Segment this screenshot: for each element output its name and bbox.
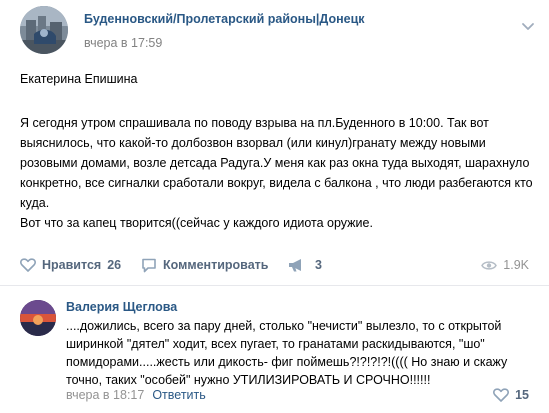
commenter-avatar[interactable]: [20, 300, 56, 336]
comment-label: Комментировать: [163, 258, 269, 272]
group-avatar-image: [20, 6, 68, 54]
commenter-avatar-image: [20, 300, 56, 336]
post-body: Я сегодня утром спрашивала по поводу взр…: [20, 116, 533, 230]
share-button[interactable]: 3: [288, 255, 322, 275]
post-text: Екатерина Епишина Я сегодня утром спраши…: [20, 69, 535, 233]
post-date[interactable]: вчера в 17:59: [84, 36, 162, 50]
comment-like-button[interactable]: 15: [493, 386, 529, 404]
views-count: 1.9K: [503, 258, 529, 272]
group-avatar[interactable]: [20, 6, 68, 54]
share-count: 3: [315, 258, 322, 272]
comment-button[interactable]: Комментировать: [141, 255, 268, 275]
post-author-link[interactable]: Буденновский/Пролетарский районы|Донецк: [84, 12, 365, 26]
heart-icon: [493, 388, 510, 402]
comment-footer: вчера в 18:17 Ответить: [66, 386, 206, 404]
like-button[interactable]: Нравится 26: [20, 255, 121, 275]
post-signature: Екатерина Епишина: [20, 72, 138, 86]
share-megaphone-icon: [289, 259, 301, 272]
eye-icon: [481, 260, 498, 270]
like-count: 26: [107, 258, 122, 272]
divider: [0, 285, 549, 286]
heart-icon: [20, 258, 36, 272]
comment-text: ....дожились, всего за пару дней, стольк…: [66, 319, 508, 387]
comment-author-link[interactable]: Валерия Щеглова: [66, 300, 177, 314]
comment-date[interactable]: вчера в 18:17: [66, 388, 144, 402]
views-counter: 1.9K: [481, 255, 529, 275]
comment-like-count: 15: [515, 388, 529, 402]
comment-icon: [142, 258, 156, 272]
wall-post: Буденновский/Пролетарский районы|Донецк …: [0, 0, 549, 413]
more-icon[interactable]: [521, 20, 535, 32]
post-actions: Нравится 26 Комментировать 3 1.9K: [20, 255, 529, 275]
like-label: Нравится: [42, 258, 102, 272]
reply-button[interactable]: Ответить: [152, 388, 205, 402]
